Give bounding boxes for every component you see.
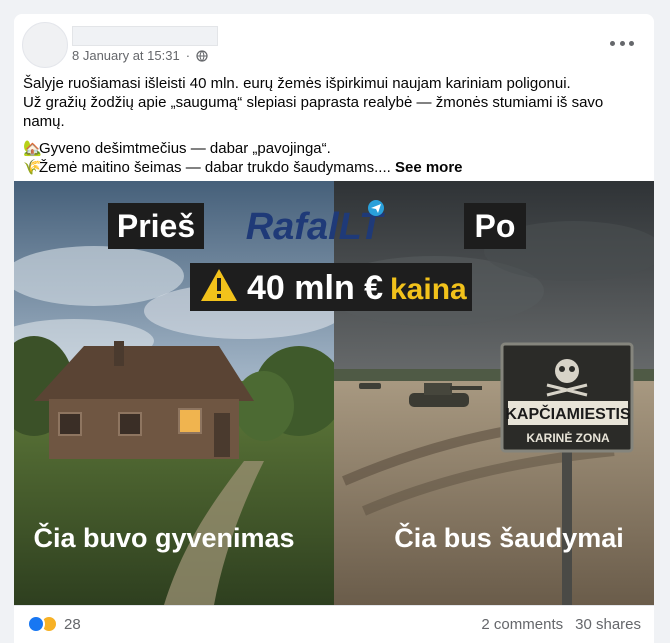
sign-zone-label: KARINĖ ZONA [526, 430, 610, 445]
wheat-emoji-icon: 🌾 [23, 159, 42, 176]
logo: RafalLT [246, 200, 385, 248]
post-text: Šalyje ruošiamasi išleisti 40 mln. eurų … [23, 74, 648, 177]
sign-town-name: KAPČIAMIESTIS [505, 404, 631, 423]
post-meta: 8 January at 15:31 · [72, 48, 208, 63]
post-text-line-4-text: Žemė maitino šeimas — dabar trukdo šaudy… [39, 159, 391, 176]
caption-right: Čia bus šaudymai [394, 522, 624, 553]
label-after: Po [475, 208, 516, 244]
see-more-link[interactable]: See more [395, 159, 463, 176]
label-before: Prieš [117, 208, 195, 244]
price-amount: 40 mln € [247, 269, 383, 307]
post-header: 8 January at 15:31 · [14, 14, 654, 74]
post-text-line-2: Už gražių žodžių apie „saugumą“ slepiasi… [23, 94, 604, 130]
house-emoji-icon: 🏡 [23, 140, 42, 157]
reactions-summary[interactable]: 28 [27, 615, 81, 633]
logo-text: RafalLT [246, 206, 385, 248]
shares-count[interactable]: 30 shares [575, 616, 641, 633]
post-image-graphic: KAPČIAMIESTIS KARINĖ ZONA Prieš Po Rafal… [14, 181, 654, 605]
avatar[interactable] [22, 22, 68, 68]
post-stats: 2 comments 30 shares [481, 616, 641, 633]
comments-count[interactable]: 2 comments [481, 616, 563, 633]
caption-left: Čia buvo gyvenimas [33, 522, 294, 553]
post-card: 8 January at 15:31 · Šalyje ruošiamasi i… [14, 14, 654, 643]
post-footer: 28 2 comments 30 shares [14, 605, 654, 643]
post-image[interactable]: KAPČIAMIESTIS KARINĖ ZONA Prieš Po Rafal… [14, 181, 654, 605]
post-text-line-3: 🏡Gyveno dešimtmečius — dabar „pavojinga“… [23, 139, 648, 158]
globe-icon [196, 49, 208, 62]
more-options-icon[interactable] [610, 36, 634, 50]
post-text-line-4: 🌾Žemė maitino šeimas — dabar trukdo šaud… [23, 158, 648, 177]
like-reaction-icon [27, 615, 45, 633]
reaction-count: 28 [64, 615, 81, 633]
author-name-redacted[interactable] [72, 26, 218, 46]
telegram-icon [368, 200, 384, 216]
price-word: kaina [390, 273, 467, 306]
meta-separator: · [185, 48, 191, 63]
post-text-line-3-text: Gyveno dešimtmečius — dabar „pavojinga“. [39, 140, 331, 157]
post-timestamp[interactable]: 8 January at 15:31 [72, 48, 180, 63]
post-text-line-1: Šalyje ruošiamasi išleisti 40 mln. eurų … [23, 75, 571, 92]
